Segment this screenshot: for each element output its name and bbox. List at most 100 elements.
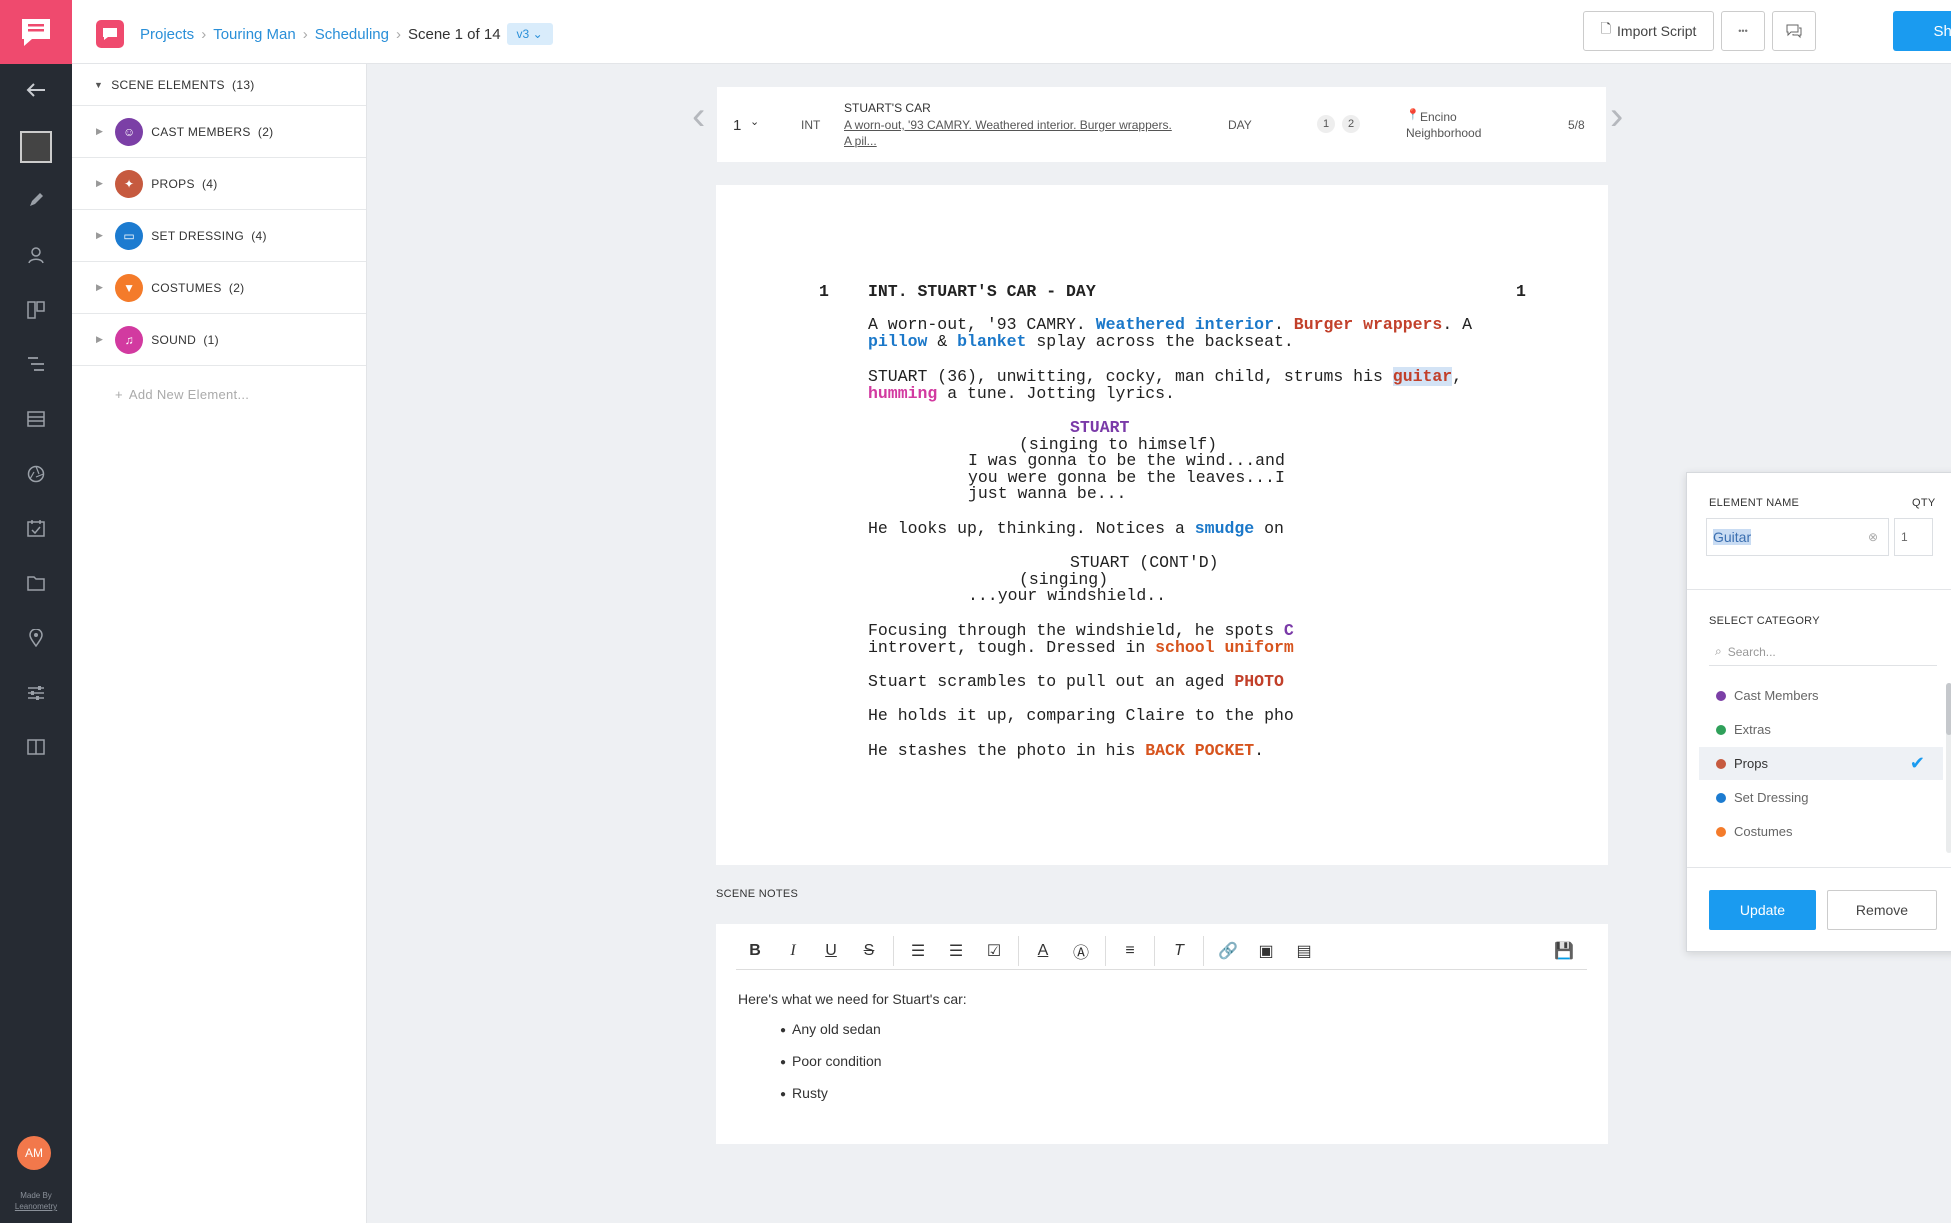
save-icon[interactable]: 💾 (1545, 941, 1583, 961)
category-label: SOUND (1) (151, 332, 219, 347)
more-button[interactable]: ••• (1721, 11, 1765, 51)
chevron-right-icon: › (395, 25, 401, 43)
action-line: He looks up, thinking. Notices a smudge … (868, 519, 1284, 538)
previous-scene-arrow-icon[interactable]: ‹ (692, 94, 705, 139)
import-script-button[interactable]: 🗋 Import Script (1583, 11, 1714, 51)
stripboard-icon[interactable] (0, 399, 72, 439)
tag-costumes[interactable]: BACK POCKET (1145, 741, 1254, 760)
version-dropdown[interactable]: v3 ⌄ (506, 23, 553, 45)
folder-icon[interactable] (0, 563, 72, 603)
divider (1018, 935, 1019, 966)
strikethrough-icon[interactable]: S (850, 942, 888, 960)
align-icon[interactable]: ≡ (1111, 942, 1149, 960)
breadcrumb-projects[interactable]: Projects (140, 26, 194, 43)
cast-id-badge: 1 (1317, 115, 1335, 133)
divider (1687, 589, 1951, 590)
category-option-props[interactable]: Props ✔ (1699, 747, 1943, 780)
category-scrollbar[interactable] (1946, 683, 1951, 853)
category-option-costumes[interactable]: Costumes (1699, 815, 1943, 848)
video-icon[interactable]: ▤ (1285, 941, 1323, 961)
highlight-icon[interactable]: Ⓐ (1062, 939, 1100, 963)
location-pin-icon[interactable] (0, 618, 72, 658)
category-sound[interactable]: ▶ ♫ SOUND (1) (72, 314, 366, 366)
clear-icon[interactable]: ⊗ (1868, 530, 1878, 544)
comments-button[interactable] (1772, 11, 1816, 51)
scene-description-line1: A worn-out, '93 CAMRY. Weathered interio… (844, 118, 1172, 132)
scene-elements-header[interactable]: ▼ SCENE ELEMENTS (13) (72, 64, 366, 106)
pencil-icon[interactable] (0, 180, 72, 220)
caret-right-icon: ▶ (96, 230, 104, 240)
category-option-cast-members[interactable]: Cast Members (1699, 679, 1943, 712)
qty-label: QTY (1912, 497, 1936, 509)
category-cast-members[interactable]: ▶ ☺ CAST MEMBERS (2) (72, 106, 366, 158)
bold-icon[interactable]: B (736, 942, 774, 960)
next-scene-arrow-icon[interactable]: › (1610, 94, 1623, 139)
calendar-icon[interactable] (0, 508, 72, 548)
category-costumes[interactable]: ▶ ▼ COSTUMES (2) (72, 262, 366, 314)
chevron-right-icon: › (302, 25, 308, 43)
clear-format-icon[interactable]: T (1160, 942, 1198, 960)
action-line: pillow & blanket splay across the backse… (868, 332, 1294, 351)
option-label: Extras (1734, 722, 1771, 737)
category-search[interactable]: ⌕ Search... (1709, 638, 1937, 666)
scene-notes-editor[interactable]: B I U S ☰ ☰ ☑ A Ⓐ ≡ T 🔗 ▣ ▤ 💾 Here's wha… (716, 924, 1608, 1144)
element-name-label: ELEMENT NAME (1709, 497, 1800, 509)
add-new-element-button[interactable]: + Add New Element... (72, 366, 366, 422)
script-text: & (927, 332, 958, 351)
book-icon[interactable] (0, 727, 72, 767)
tag-set-dressing[interactable]: blanket (957, 332, 1026, 351)
update-button[interactable]: Update (1709, 890, 1816, 930)
category-props[interactable]: ▶ ✦ PROPS (4) (72, 158, 366, 210)
back-arrow-icon[interactable] (0, 70, 72, 110)
tag-costumes[interactable]: school uniform (1155, 638, 1294, 657)
notes-list-item: Poor condition (780, 1046, 967, 1078)
breadcrumb-project[interactable]: Touring Man (213, 26, 296, 43)
image-icon[interactable]: ▣ (1247, 941, 1285, 961)
aperture-icon[interactable] (0, 454, 72, 494)
sliders-icon[interactable] (0, 673, 72, 713)
text-color-icon[interactable]: A (1024, 942, 1062, 960)
ordered-list-icon[interactable]: ☰ (899, 941, 937, 961)
tag-props[interactable]: Burger wrappers (1294, 315, 1443, 334)
user-icon[interactable] (0, 235, 72, 275)
tag-sound[interactable]: humming (868, 384, 937, 403)
italic-icon[interactable]: I (774, 942, 812, 960)
storyboard-icon[interactable] (0, 290, 72, 330)
underline-icon[interactable]: U (812, 942, 850, 960)
bullet-list-icon[interactable]: ☰ (937, 941, 975, 961)
shot-list-icon[interactable] (0, 344, 72, 384)
scene-strip[interactable]: 1 ⌄ INT STUART'S CAR A worn-out, '93 CAM… (717, 87, 1606, 162)
share-button[interactable]: Share (1893, 11, 1951, 51)
option-label: Props (1734, 756, 1768, 771)
link-icon[interactable]: 🔗 (1209, 941, 1247, 961)
qty-input[interactable]: 1 (1894, 518, 1933, 556)
tag-props[interactable]: PHOTO (1234, 672, 1284, 691)
app-logo[interactable] (0, 0, 72, 64)
category-option-set-dressing[interactable]: Set Dressing (1699, 781, 1943, 814)
document-icon: 🗋 (1600, 21, 1612, 36)
breadcrumb-section[interactable]: Scheduling (315, 26, 389, 43)
cast-id-badge: 2 (1342, 115, 1360, 133)
tag-props-selected[interactable]: guitar (1392, 367, 1453, 386)
tag-set-dressing[interactable]: smudge (1195, 519, 1254, 538)
element-editor-popover: ELEMENT NAME QTY Guitar ⊗ 1 SELECT CATEGO… (1686, 472, 1951, 952)
element-name-input[interactable]: Guitar ⊗ (1706, 518, 1889, 556)
version-label: v3 (516, 27, 530, 41)
dot-icon (1716, 826, 1726, 837)
user-avatar[interactable]: AM (17, 1136, 51, 1170)
remove-button[interactable]: Remove (1827, 890, 1937, 930)
project-thumbnail[interactable] (0, 127, 72, 167)
costumes-icon: ▼ (115, 273, 144, 302)
left-rail: AM Made By Leanometry (0, 0, 72, 1223)
divider (1154, 935, 1155, 966)
project-icon (96, 20, 124, 48)
chevron-down-icon[interactable]: ⌄ (750, 115, 759, 128)
scene-number: 1 (733, 117, 742, 134)
location-line2: Neighborhood (1406, 126, 1482, 140)
tag-set-dressing[interactable]: pillow (868, 332, 927, 351)
editor-toolbar: B I U S ☰ ☰ ☑ A Ⓐ ≡ T 🔗 ▣ ▤ 💾 (736, 932, 1587, 970)
checklist-icon[interactable]: ☑ (975, 941, 1013, 961)
script-text: a tune. Jotting lyrics. (937, 384, 1175, 403)
category-option-extras[interactable]: Extras (1699, 713, 1943, 746)
category-set-dressing[interactable]: ▶ ▭ SET DRESSING (4) (72, 210, 366, 262)
